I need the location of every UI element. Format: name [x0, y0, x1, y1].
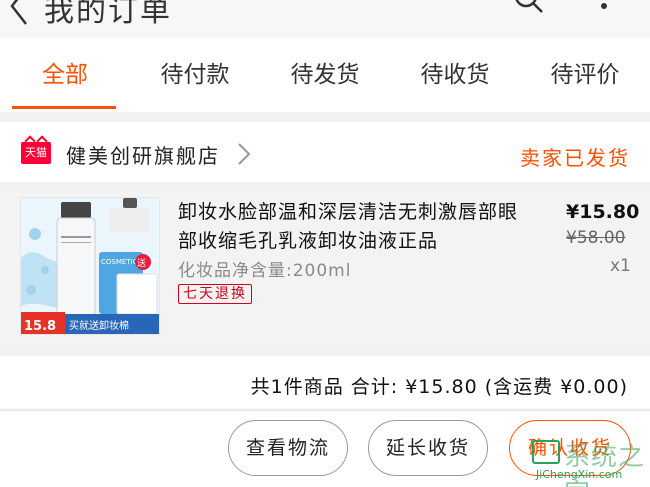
back-arrow-icon[interactable] [8, 0, 30, 26]
watermark-logo-icon [532, 440, 560, 464]
product-thumbnail[interactable]: COSMETIC COTTON 送 15.8 买就送卸妆棉 [20, 197, 160, 335]
top-bar: 我的订单 [0, 0, 650, 38]
thumb-price: 15.8 [24, 319, 56, 334]
product-image: COSMETIC COTTON 送 15.8 买就送卸妆棉 [21, 198, 160, 334]
watermark-url: JiChengXin.com [536, 468, 623, 481]
tab-pending-payment[interactable]: 待付款 [130, 38, 260, 112]
site-watermark: 系统之家 JiChengXin.com [530, 438, 648, 487]
search-icon[interactable] [512, 0, 548, 14]
gift-badge: 送 [137, 257, 146, 269]
store-name[interactable]: 健美创研旗舰店 [66, 140, 220, 169]
thumb-brand-text: COSMETIC COTTON [101, 258, 160, 266]
more-vertical-icon[interactable] [598, 0, 610, 14]
order-status: 卖家已发货 [520, 146, 630, 170]
tab-pending-review[interactable]: 待评价 [520, 38, 650, 112]
order-tabs: 全部 待付款 待发货 待收货 待评价 [0, 38, 650, 112]
chevron-right-icon[interactable] [236, 141, 252, 167]
tab-all[interactable]: 全部 [0, 38, 130, 112]
page-title: 我的订单 [44, 0, 172, 29]
thumb-promo: 买就送卸妆棉 [69, 319, 129, 332]
extend-receipt-button[interactable]: 延长收货 [368, 420, 488, 476]
order-summary: 共1件商品 合计: ¥15.80 (含运费 ¥0.00) [250, 376, 628, 398]
seven-day-return-tag: 七天退换 [178, 284, 252, 304]
item-quantity: x1 [610, 256, 631, 276]
tab-pending-receipt[interactable]: 待收货 [390, 38, 520, 112]
product-title[interactable]: 卸妆水脸部温和深层清洁无刺激唇部眼部收缩毛孔乳液卸妆油液正品 [178, 198, 518, 256]
item-price: ¥15.80 [566, 201, 640, 223]
tab-pending-shipment[interactable]: 待发货 [260, 38, 390, 112]
product-spec: 化妆品净含量:200ml [178, 261, 352, 281]
view-logistics-button[interactable]: 查看物流 [228, 420, 348, 476]
tmall-badge: 天猫 [21, 142, 51, 164]
item-original-price: ¥58.00 [566, 228, 626, 248]
